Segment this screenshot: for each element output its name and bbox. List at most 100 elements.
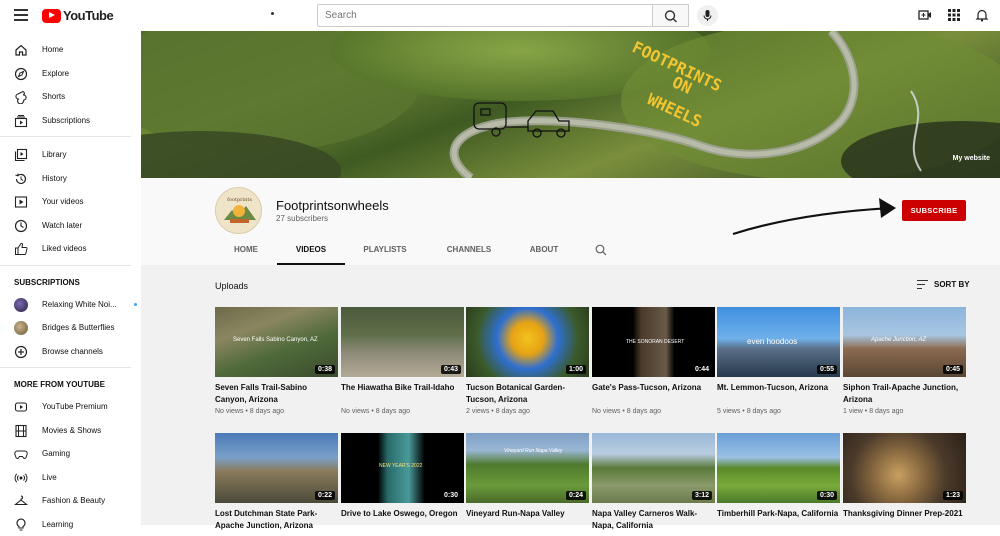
sidebar: Home Explore Shorts Subscriptions Librar…: [0, 31, 141, 525]
sidebar-item-library[interactable]: Library: [0, 143, 141, 167]
sidebar-item-gaming[interactable]: Gaming: [0, 442, 141, 466]
channel-header: footprints Footprintsonwheels 27 subscri…: [141, 178, 1000, 265]
video-duration: 0:55: [817, 365, 837, 374]
my-website-link[interactable]: My website: [953, 155, 990, 162]
video-thumbnail[interactable]: NEW YEAR'S 2022 0:30: [341, 433, 464, 503]
sidebar-item-watch-later[interactable]: Watch later: [0, 214, 141, 238]
video-card[interactable]: NEW YEAR'S 2022 0:30 Drive to Lake Osweg…: [341, 433, 464, 531]
divider: [0, 367, 131, 368]
youtube-logo[interactable]: YouTube: [42, 8, 113, 23]
sidebar-item-live[interactable]: Live: [0, 466, 141, 490]
video-card[interactable]: even hoodoos 0:55 Mt. Lemmon-Tucson, Ari…: [717, 307, 840, 415]
sidebar-item-explore[interactable]: Explore: [0, 62, 141, 86]
video-title[interactable]: Timberhill Park-Napa, California: [717, 508, 840, 531]
video-card[interactable]: Vineyard Run Napa Valley 0:24 Vineyard R…: [466, 433, 589, 531]
plus-circle-icon: [14, 345, 28, 359]
sidebar-item-movies-shows[interactable]: Movies & Shows: [0, 419, 141, 443]
apps-grid-icon[interactable]: [947, 8, 961, 22]
video-thumbnail[interactable]: 0:22: [215, 433, 338, 503]
history-icon: [14, 172, 28, 186]
search-button[interactable]: [653, 4, 689, 27]
youtube-premium-icon: [14, 400, 28, 414]
voice-search-button[interactable]: [697, 5, 718, 26]
video-meta: No views • 8 days ago: [592, 408, 715, 415]
sidebar-item-bridges-butterflies[interactable]: Bridges & Butterflies: [0, 316, 141, 340]
video-thumbnail[interactable]: 0:43: [341, 307, 464, 377]
video-card[interactable]: 0:30 Timberhill Park-Napa, California: [717, 433, 840, 531]
sidebar-item-browse-channels[interactable]: Browse channels: [0, 340, 141, 364]
sort-by-button[interactable]: SORT BY: [917, 280, 970, 289]
channel-search-icon[interactable]: [595, 244, 607, 256]
video-card[interactable]: 1:23 Thanksgiving Dinner Prep-2021: [843, 433, 966, 531]
search-icon: [653, 5, 689, 28]
sidebar-item-label: Browse channels: [42, 347, 103, 356]
video-title[interactable]: Thanksgiving Dinner Prep-2021: [843, 508, 966, 531]
video-title[interactable]: Seven Falls Trail-Sabino Canyon, Arizona: [215, 382, 338, 405]
sidebar-item-history[interactable]: History: [0, 167, 141, 191]
video-views: No views: [215, 408, 243, 415]
video-title[interactable]: Siphon Trail-Apache Junction, Arizona: [843, 382, 966, 405]
video-thumbnail[interactable]: 1:23: [843, 433, 966, 503]
sidebar-item-home[interactable]: Home: [0, 38, 141, 62]
video-duration: 0:43: [441, 365, 461, 374]
video-thumbnail[interactable]: Vineyard Run Napa Valley 0:24: [466, 433, 589, 503]
search-input[interactable]: [317, 4, 653, 27]
create-video-icon[interactable]: [918, 8, 932, 22]
video-views: No views: [341, 408, 369, 415]
thumbs-up-icon: [14, 242, 28, 256]
subscribe-button[interactable]: SUBSCRIBE: [902, 200, 966, 221]
video-thumbnail[interactable]: 0:30: [717, 433, 840, 503]
sidebar-item-youtube-premium[interactable]: YouTube Premium: [0, 395, 141, 419]
sidebar-item-liked-videos[interactable]: Liked videos: [0, 237, 141, 261]
video-duration: 0:22: [315, 491, 335, 500]
video-card[interactable]: Apache Junction, AZ 0:45 Siphon Trail-Ap…: [843, 307, 966, 415]
video-title[interactable]: The Hiawatha Bike Trail-Idaho: [341, 382, 464, 405]
sidebar-item-subscriptions[interactable]: Subscriptions: [0, 109, 141, 133]
sidebar-item-label: Shorts: [42, 92, 65, 101]
video-title[interactable]: Tucson Botanical Garden-Tucson, Arizona: [466, 382, 589, 405]
video-thumbnail[interactable]: Apache Junction, AZ 0:45: [843, 307, 966, 377]
youtube-play-icon: [42, 9, 61, 23]
video-thumbnail[interactable]: even hoodoos 0:55: [717, 307, 840, 377]
notifications-bell-icon[interactable]: [975, 8, 989, 22]
home-icon: [14, 43, 28, 57]
tab-about[interactable]: ABOUT: [513, 240, 575, 265]
video-duration: 1:23: [943, 491, 963, 500]
new-content-dot: [134, 303, 137, 306]
sidebar-item-label: History: [42, 174, 67, 183]
video-title[interactable]: Napa Valley Carneros Walk-Napa, Californ…: [592, 508, 715, 531]
video-title[interactable]: Drive to Lake Oswego, Oregon: [341, 508, 464, 531]
sidebar-item-fashion-beauty[interactable]: Fashion & Beauty: [0, 489, 141, 513]
compass-icon: [14, 67, 28, 81]
sidebar-item-your-videos[interactable]: Your videos: [0, 190, 141, 214]
tab-videos[interactable]: VIDEOS: [277, 240, 345, 265]
video-title[interactable]: Mt. Lemmon-Tucson, Arizona: [717, 382, 840, 405]
video-title[interactable]: Lost Dutchman State Park-Apache Junction…: [215, 508, 338, 531]
channel-name: Footprintsonwheels: [276, 198, 389, 213]
video-thumbnail[interactable]: Seven Falls Sabino Canyon, AZ 0:38: [215, 307, 338, 377]
thumbnail-caption: Vineyard Run Napa Valley: [504, 448, 562, 454]
library-icon: [14, 148, 28, 162]
video-thumbnail[interactable]: 1:00: [466, 307, 589, 377]
video-duration: 0:24: [566, 491, 586, 500]
tab-home[interactable]: HOME: [215, 240, 277, 265]
subscriptions-icon: [14, 114, 28, 128]
video-thumbnail[interactable]: THE SONORAN DESERT 0:44: [592, 307, 715, 377]
video-card[interactable]: Seven Falls Sabino Canyon, AZ 0:38 Seven…: [215, 307, 338, 415]
video-card[interactable]: THE SONORAN DESERT 0:44 Gate's Pass-Tucs…: [592, 307, 715, 415]
video-card[interactable]: 3:12 Napa Valley Carneros Walk-Napa, Cal…: [592, 433, 715, 531]
tab-playlists[interactable]: PLAYLISTS: [345, 240, 425, 265]
video-title[interactable]: Vineyard Run-Napa Valley: [466, 508, 589, 531]
sidebar-item-learning[interactable]: Learning: [0, 513, 141, 536]
video-card[interactable]: 0:22 Lost Dutchman State Park-Apache Jun…: [215, 433, 338, 531]
logo-text: YouTube: [63, 8, 113, 23]
sidebar-item-relaxing-white-noise[interactable]: Relaxing White Noi...: [0, 293, 141, 317]
menu-icon[interactable]: [14, 9, 28, 21]
video-card[interactable]: 1:00 Tucson Botanical Garden-Tucson, Ari…: [466, 307, 589, 415]
video-card[interactable]: 0:43 The Hiawatha Bike Trail-Idaho No vi…: [341, 307, 464, 415]
sidebar-item-label: Liked videos: [42, 244, 86, 253]
video-thumbnail[interactable]: 3:12: [592, 433, 715, 503]
sidebar-item-shorts[interactable]: Shorts: [0, 85, 141, 109]
tab-channels[interactable]: CHANNELS: [425, 240, 513, 265]
video-title[interactable]: Gate's Pass-Tucson, Arizona: [592, 382, 715, 405]
